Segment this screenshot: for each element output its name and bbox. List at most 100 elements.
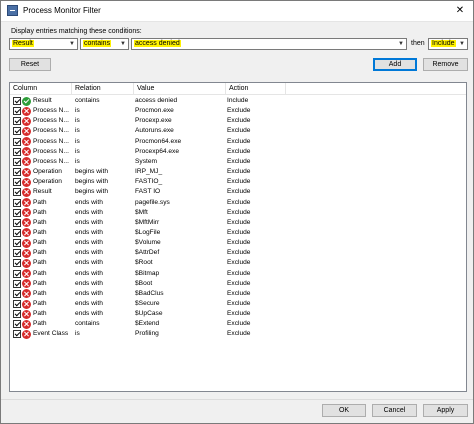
cell-action: Exclude	[227, 279, 251, 287]
row-checkbox[interactable]	[13, 178, 21, 187]
row-checkbox[interactable]	[13, 269, 21, 278]
table-row[interactable]: Path ends with $UpCase Exclude	[10, 309, 466, 319]
cell-action: Exclude	[227, 259, 251, 267]
chevron-down-icon[interactable]: ▼	[118, 39, 128, 49]
ok-button[interactable]: OK	[322, 404, 366, 417]
table-row[interactable]: Path contains $Extend Exclude	[10, 319, 466, 329]
row-checkbox[interactable]	[13, 330, 21, 339]
add-button[interactable]: Add	[373, 58, 417, 71]
row-checkbox[interactable]	[13, 208, 21, 217]
exclude-x-icon	[22, 106, 31, 116]
table-row[interactable]: Process N... is Procmon64.exe Exclude	[10, 137, 466, 147]
row-checkbox[interactable]	[13, 218, 21, 227]
table-row[interactable]: Path ends with $AttrDef Exclude	[10, 248, 466, 258]
cell-column: Process N...	[33, 147, 69, 155]
apply-button[interactable]: Apply	[423, 404, 468, 417]
cell-action: Exclude	[227, 137, 251, 145]
table-row[interactable]: Path ends with $Mft Exclude	[10, 208, 466, 218]
row-checkbox[interactable]	[13, 300, 21, 308]
table-row[interactable]: Process N... is Procexp64.exe Exclude	[10, 147, 466, 157]
table-row[interactable]: Process N... is Procmon.exe Exclude	[10, 106, 466, 116]
row-checkbox[interactable]	[13, 97, 21, 105]
cell-value: FAST IO	[135, 188, 161, 196]
column-select[interactable]: Result ▼	[9, 38, 78, 50]
table-row[interactable]: Path ends with pagefile.sys Exclude	[10, 198, 466, 208]
chevron-down-icon[interactable]: ▼	[67, 39, 77, 49]
row-checkbox[interactable]	[13, 279, 21, 288]
exclude-x-icon	[22, 329, 31, 339]
footer-separator	[1, 399, 473, 400]
table-row[interactable]: Path ends with $Volume Exclude	[10, 238, 466, 248]
cell-column: Path	[33, 198, 47, 206]
remove-button[interactable]: Remove	[423, 58, 468, 71]
row-checkbox[interactable]	[13, 249, 21, 258]
chevron-down-icon[interactable]: ▼	[457, 39, 467, 49]
column-header-value[interactable]: Value	[134, 83, 226, 94]
filter-list-header: Column Relation Value Action	[10, 83, 466, 95]
table-row[interactable]: Path ends with $Boot Exclude	[10, 279, 466, 289]
row-checkbox[interactable]	[13, 198, 21, 207]
row-checkbox[interactable]	[13, 259, 21, 268]
cell-value: Procmon.exe	[135, 107, 174, 115]
cell-value: FASTIO_	[135, 178, 163, 186]
row-checkbox[interactable]	[13, 239, 21, 248]
row-checkbox[interactable]	[13, 107, 21, 116]
table-row[interactable]: Result contains access denied Include	[10, 96, 466, 106]
cell-relation: begins with	[75, 168, 108, 176]
row-checkbox[interactable]	[13, 127, 21, 136]
table-row[interactable]: Path ends with $Secure Exclude	[10, 299, 466, 309]
row-checkbox[interactable]	[13, 320, 21, 329]
filter-list[interactable]: Column Relation Value Action Result conta…	[9, 82, 467, 392]
row-checkbox[interactable]	[13, 117, 21, 126]
cell-relation: is	[75, 330, 80, 338]
row-checkbox[interactable]	[13, 137, 21, 146]
exclude-x-icon	[22, 319, 31, 329]
cell-value: $Volume	[135, 239, 161, 247]
cell-relation: ends with	[75, 300, 103, 307]
value-combo[interactable]: access denied ▼	[131, 38, 407, 50]
cell-relation: ends with	[75, 249, 103, 257]
cell-value: $Mft	[135, 208, 148, 216]
cell-action: Include	[227, 97, 249, 104]
exclude-x-icon	[22, 157, 31, 167]
table-row[interactable]: Operation begins with FASTIO_ Exclude	[10, 177, 466, 187]
cell-relation: ends with	[75, 279, 103, 287]
table-row[interactable]: Process N... is Procexp.exe Exclude	[10, 116, 466, 126]
cell-column: Operation	[33, 178, 62, 186]
row-checkbox[interactable]	[13, 168, 21, 177]
action-select[interactable]: Include ▼	[428, 38, 468, 50]
column-header-action[interactable]: Action	[226, 83, 286, 94]
value-combo-text: access denied	[134, 40, 181, 47]
table-row[interactable]: Result begins with FAST IO Exclude	[10, 187, 466, 197]
row-checkbox[interactable]	[13, 228, 21, 237]
row-checkbox[interactable]	[13, 157, 21, 166]
table-row[interactable]: Path ends with $Root Exclude	[10, 258, 466, 268]
table-row[interactable]: Path ends with $BadClus Exclude	[10, 289, 466, 299]
column-header-relation[interactable]: Relation	[72, 83, 134, 94]
exclude-x-icon	[22, 248, 31, 258]
row-checkbox[interactable]	[13, 147, 21, 156]
row-checkbox[interactable]	[13, 310, 21, 319]
table-row[interactable]: Event Class is Profiling Exclude	[10, 329, 466, 339]
table-row[interactable]: Path ends with $Bitmap Exclude	[10, 269, 466, 279]
cell-value: $Bitmap	[135, 269, 160, 277]
reset-button[interactable]: Reset	[9, 58, 51, 71]
table-row[interactable]: Path ends with $LogFile Exclude	[10, 228, 466, 238]
cell-action: Exclude	[227, 198, 251, 206]
row-checkbox[interactable]	[13, 188, 21, 197]
column-header-column[interactable]: Column	[10, 83, 72, 94]
cell-column: Process N...	[33, 157, 69, 165]
cell-value: System	[135, 157, 157, 165]
table-row[interactable]: Path ends with $MftMirr Exclude	[10, 218, 466, 228]
chevron-down-icon[interactable]: ▼	[396, 39, 406, 49]
close-button[interactable]: ✕	[447, 2, 473, 20]
table-row[interactable]: Operation begins with IRP_MJ_ Exclude	[10, 167, 466, 177]
relation-select[interactable]: contains ▼	[80, 38, 129, 50]
table-row[interactable]: Process N... is Autoruns.exe Exclude	[10, 126, 466, 136]
cancel-button[interactable]: Cancel	[372, 404, 417, 417]
cell-value: $Root	[135, 259, 153, 267]
table-row[interactable]: Process N... is System Exclude	[10, 157, 466, 167]
cell-column: Event Class	[33, 330, 69, 338]
cell-action: Exclude	[227, 157, 251, 165]
row-checkbox[interactable]	[13, 289, 21, 298]
